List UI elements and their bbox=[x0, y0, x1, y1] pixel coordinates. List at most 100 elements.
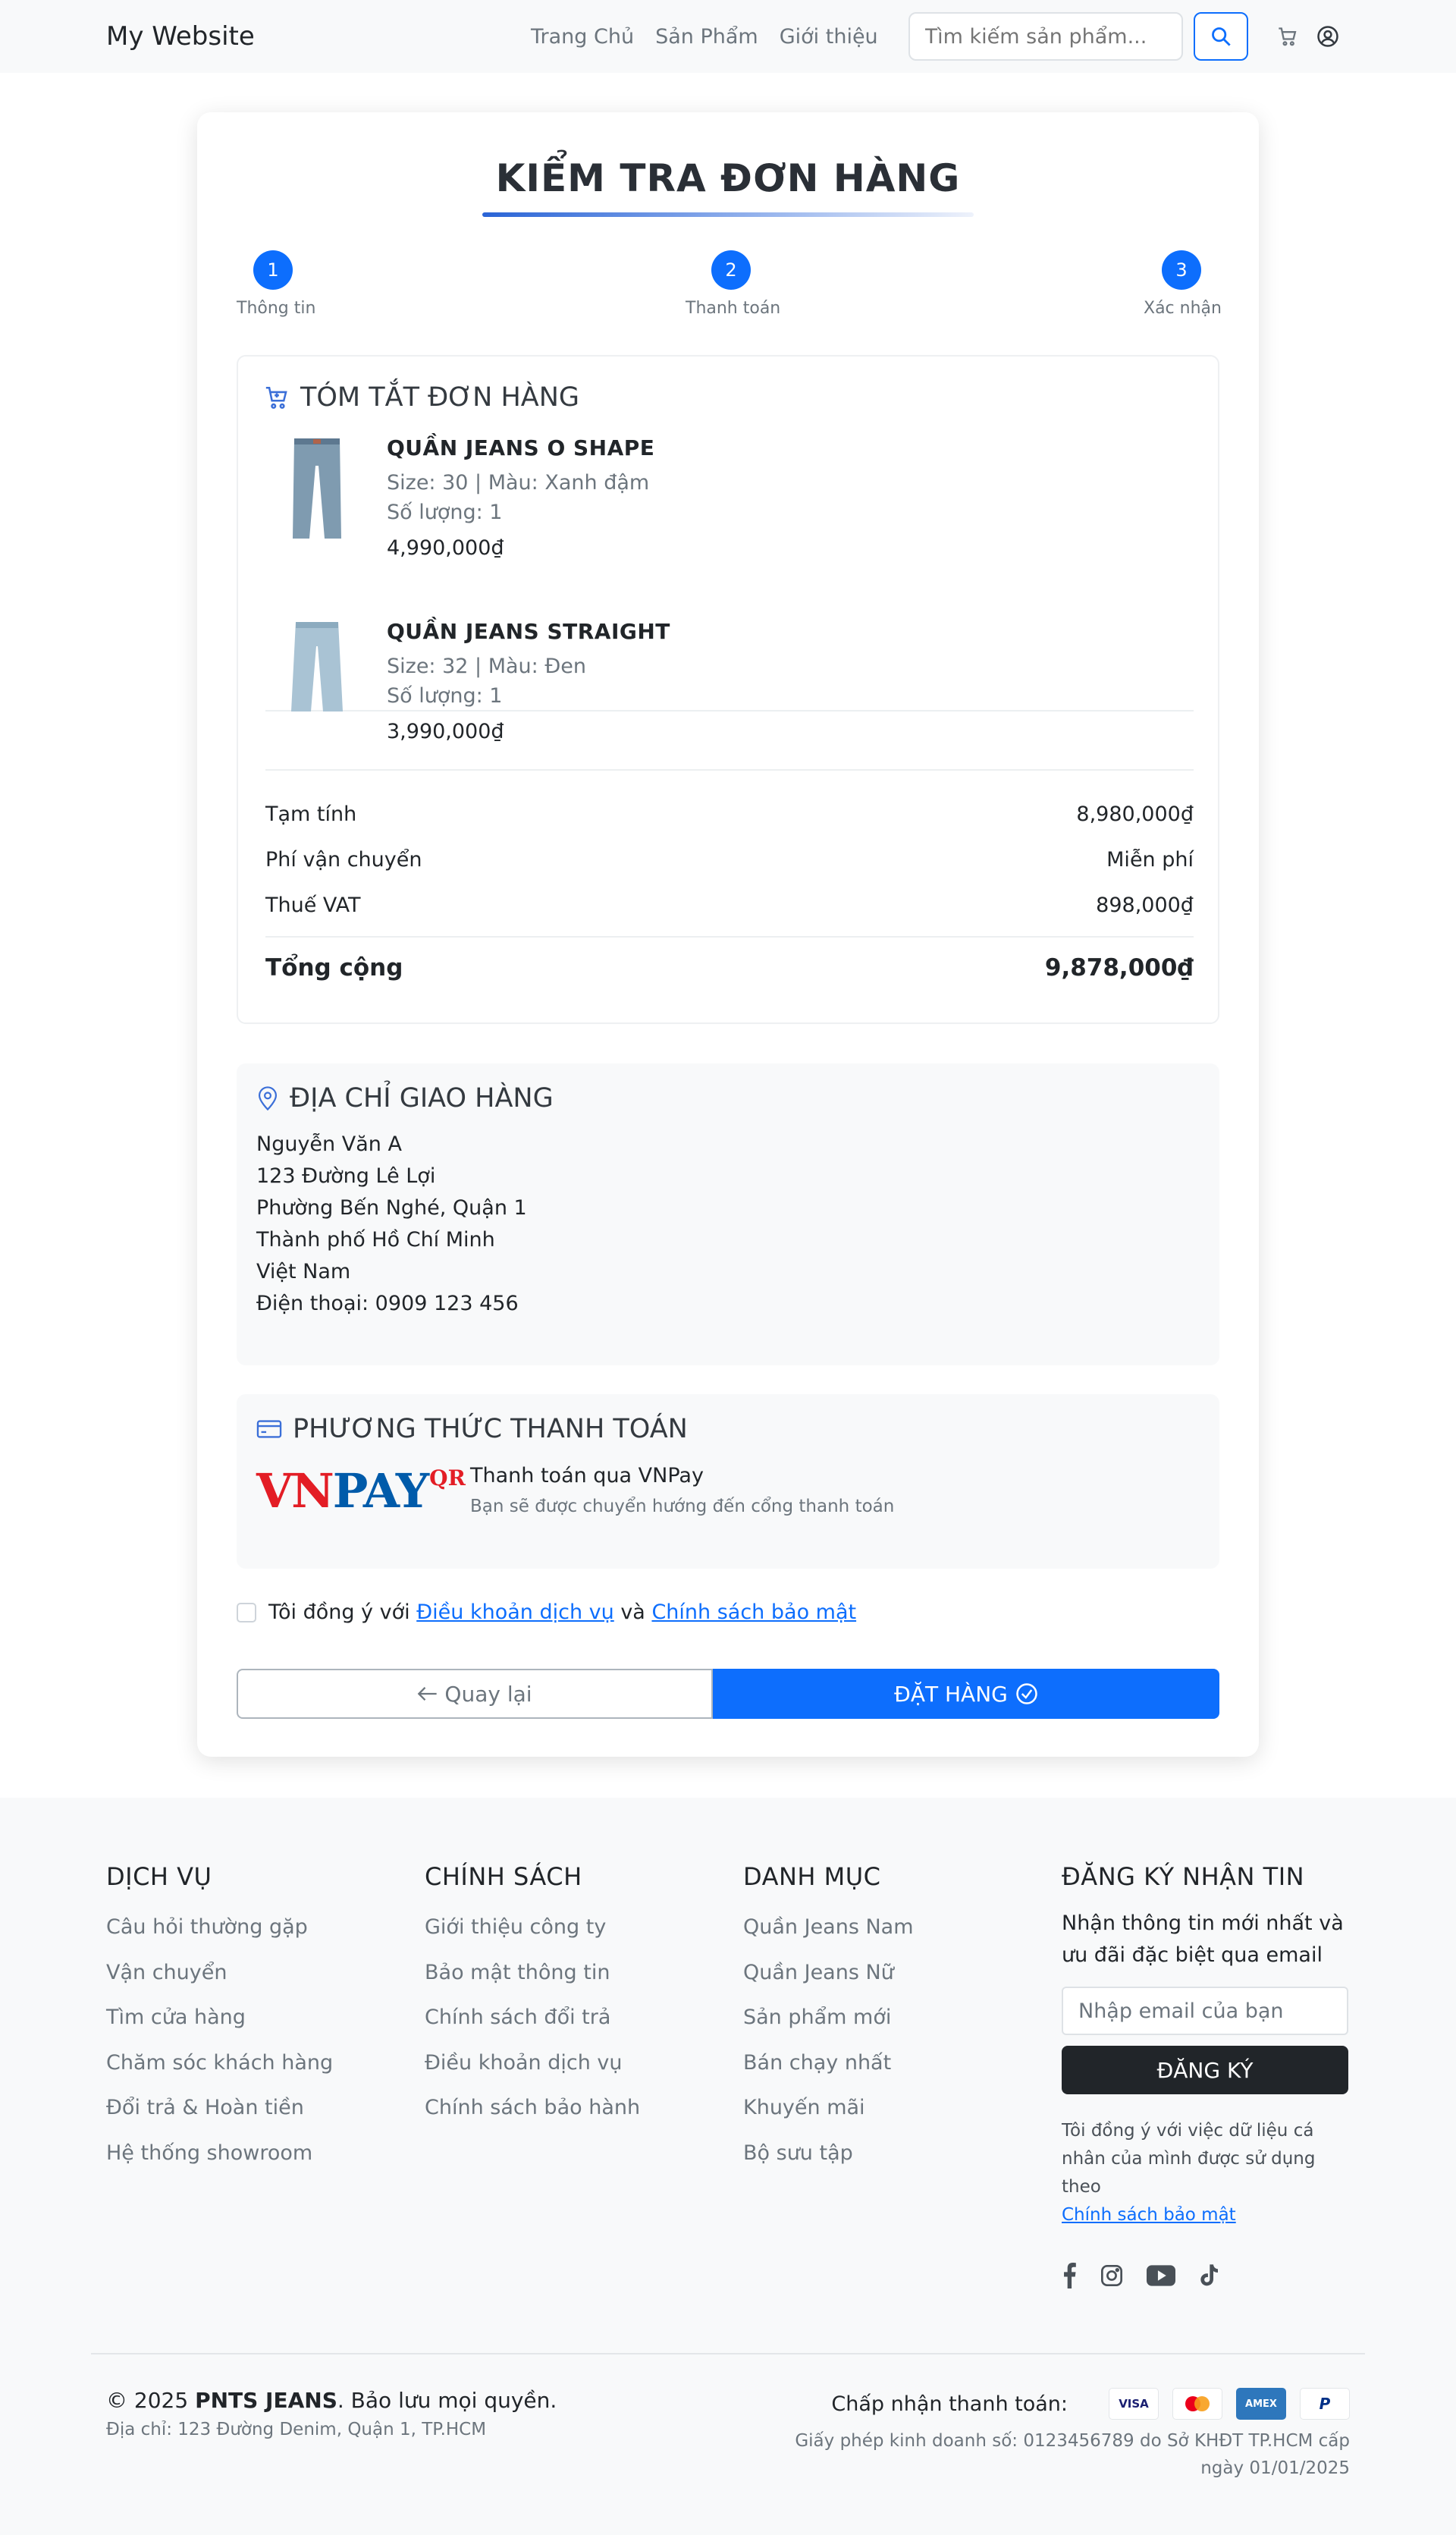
search-button[interactable] bbox=[1193, 12, 1248, 61]
privacy-link[interactable]: Chính sách bảo mật bbox=[651, 1600, 856, 1624]
place-order-button[interactable]: ĐẶT HÀNG bbox=[713, 1669, 1219, 1719]
address-heading: ĐỊA CHỈ GIAO HÀNG bbox=[256, 1083, 1200, 1114]
subscribe-button[interactable]: ĐĂNG KÝ bbox=[1062, 2046, 1348, 2094]
company-address: Địa chỉ: 123 Đường Denim, Quận 1, TP.HCM bbox=[106, 2420, 487, 2439]
cart-button[interactable] bbox=[1277, 26, 1298, 47]
terms-link[interactable]: Điều khoản dịch vụ bbox=[416, 1600, 614, 1624]
footer-divider bbox=[91, 2353, 1365, 2354]
payment-option: VN PAY QR Thanh toán qua VNPay Bạn sẽ đư… bbox=[256, 1464, 1200, 1516]
street: 123 Đường Lê Lợi bbox=[256, 1164, 436, 1188]
subtotal-label: Tạm tính bbox=[265, 803, 357, 826]
footer-link[interactable]: Sản phẩm mới bbox=[743, 2006, 914, 2051]
paypal-icon: P bbox=[1300, 2388, 1350, 2420]
summary-heading: TÓM TẮT ĐƠN HÀNG bbox=[264, 382, 579, 413]
amex-text: AMEX bbox=[1245, 2398, 1277, 2410]
business-license: Giấy phép kinh doanh số: 0123456789 do S… bbox=[795, 2431, 1350, 2478]
footer-link[interactable]: Hệ thống showroom bbox=[106, 2141, 333, 2187]
footer-link[interactable]: Chăm sóc khách hàng bbox=[106, 2051, 333, 2097]
privacy-policy-link[interactable]: Chính sách bảo mật bbox=[1062, 2205, 1236, 2225]
tiktok-icon[interactable] bbox=[1198, 2263, 1219, 2288]
back-button[interactable]: Quay lại bbox=[237, 1669, 713, 1719]
item-quantity: Số lượng: 1 bbox=[387, 501, 503, 524]
site-footer: DỊCH VỤ Câu hỏi thường gặp Vận chuyển Tì… bbox=[0, 1798, 1456, 2535]
product-image bbox=[291, 622, 343, 711]
payment-title: PHƯƠNG THỨC THANH TOÁN bbox=[293, 1414, 688, 1444]
footer-link[interactable]: Quần Jeans Nữ bbox=[743, 1961, 914, 2006]
footer-link[interactable]: Điều khoản dịch vụ bbox=[425, 2051, 640, 2097]
account-button[interactable] bbox=[1316, 25, 1339, 48]
vnpay-logo-pay: PAY bbox=[332, 1463, 429, 1519]
instagram-icon[interactable] bbox=[1100, 2263, 1124, 2288]
footer-col-policy: CHÍNH SÁCH Giới thiệu công ty Bảo mật th… bbox=[425, 1862, 640, 2141]
step-confirm: 3 Xác nhận bbox=[1144, 250, 1222, 318]
footer-link[interactable]: Quần Jeans Nam bbox=[743, 1915, 914, 1961]
payment-heading: PHƯƠNG THỨC THANH TOÁN bbox=[256, 1414, 1200, 1444]
step-label: Thanh toán bbox=[686, 299, 781, 318]
vnpay-logo: VN PAY QR bbox=[256, 1465, 469, 1515]
newsletter-email-input[interactable]: Nhập email của bạn bbox=[1062, 1987, 1348, 2035]
total-row: Tổng cộng 9,878,000₫ bbox=[265, 954, 1194, 982]
item-variant: Size: 30 | Màu: Xanh đậm bbox=[387, 471, 650, 495]
newsletter-text: Nhận thông tin mới nhất và ưu đãi đặc bi… bbox=[1062, 1911, 1344, 1967]
step-info: 1 Thông tin bbox=[237, 250, 315, 318]
footer-link[interactable]: Khuyến mãi bbox=[743, 2096, 914, 2141]
item-info: QUẦN JEANS O SHAPE Size: 30 | Màu: Xanh … bbox=[387, 435, 654, 560]
search-input[interactable] bbox=[908, 12, 1183, 61]
brand-logo[interactable]: My Website bbox=[106, 21, 531, 52]
vat-row: Thuế VAT 898,000₫ bbox=[265, 894, 1194, 917]
footer-col-title: DANH MỤC bbox=[743, 1862, 881, 1891]
copyright-brand: PNTS JEANS bbox=[195, 2388, 337, 2413]
footer-link[interactable]: Chính sách đổi trả bbox=[425, 2006, 640, 2051]
product-image bbox=[293, 438, 341, 539]
footer-link[interactable]: Bộ sưu tập bbox=[743, 2141, 914, 2187]
social-links bbox=[1062, 2263, 1357, 2288]
main-nav: Trang Chủ Sản Phẩm Giới thiệu bbox=[531, 25, 878, 49]
country: Việt Nam bbox=[256, 1260, 351, 1283]
user-circle-icon bbox=[1316, 26, 1338, 47]
address-lines: Nguyễn Văn A 123 Đường Lê Lợi Phường Bến… bbox=[256, 1129, 1200, 1320]
item-name[interactable]: QUẦN JEANS O SHAPE bbox=[387, 435, 654, 460]
item-info: QUẦN JEANS STRAIGHT Size: 32 | Màu: Đen … bbox=[387, 619, 670, 743]
footer-link[interactable]: Tìm cửa hàng bbox=[106, 2006, 333, 2051]
footer-col-services: DỊCH VỤ Câu hỏi thường gặp Vận chuyển Tì… bbox=[106, 1862, 333, 2186]
arrow-left-icon bbox=[418, 1687, 438, 1701]
footer-link[interactable]: Chính sách bảo hành bbox=[425, 2096, 640, 2141]
phone: Điện thoại: 0909 123 456 bbox=[256, 1292, 519, 1315]
vnpay-logo-qr: QR bbox=[429, 1465, 466, 1491]
recipient-name: Nguyễn Văn A bbox=[256, 1132, 402, 1156]
mastercard-circles bbox=[1185, 2396, 1210, 2411]
terms-checkbox[interactable] bbox=[237, 1602, 256, 1622]
newsletter-consent: Tôi đồng ý với việc dữ liệu cá nhân của … bbox=[1062, 2117, 1357, 2229]
summary-title: TÓM TẮT ĐƠN HÀNG bbox=[300, 382, 580, 413]
footer-link[interactable]: Bán chạy nhất bbox=[743, 2051, 914, 2097]
visa-text: VISA bbox=[1119, 2397, 1149, 2411]
copyright-prefix: © 2025 bbox=[106, 2388, 189, 2413]
nav-products[interactable]: Sản Phẩm bbox=[655, 25, 758, 49]
divider bbox=[265, 936, 1194, 938]
item-name[interactable]: QUẦN JEANS STRAIGHT bbox=[387, 619, 670, 644]
footer-col-title: CHÍNH SÁCH bbox=[425, 1862, 582, 1891]
consent-text: Tôi đồng ý với việc dữ liệu cá nhân của … bbox=[1062, 2121, 1316, 2197]
footer-link[interactable]: Vận chuyển bbox=[106, 1961, 333, 2006]
nav-home[interactable]: Trang Chủ bbox=[531, 25, 634, 49]
step-number: 1 bbox=[253, 250, 293, 290]
facebook-icon[interactable] bbox=[1062, 2263, 1077, 2288]
footer-col-categories: DANH MỤC Quần Jeans Nam Quần Jeans Nữ Sả… bbox=[743, 1862, 914, 2186]
footer-link[interactable]: Bảo mật thông tin bbox=[425, 1961, 640, 2006]
nav-about[interactable]: Giới thiệu bbox=[780, 25, 878, 49]
footer-link[interactable]: Câu hỏi thường gặp bbox=[106, 1915, 333, 1961]
vat-value: 898,000₫ bbox=[1096, 894, 1194, 917]
subtotal-value: 8,980,000₫ bbox=[1076, 803, 1194, 826]
cart-icon bbox=[265, 386, 287, 409]
address-title: ĐỊA CHỈ GIAO HÀNG bbox=[290, 1083, 554, 1114]
payment-description: Thanh toán qua VNPay Bạn sẽ được chuyển … bbox=[470, 1464, 894, 1516]
cart-icon bbox=[1279, 27, 1297, 46]
order-summary: TÓM TẮT ĐƠN HÀNG QUẦN JEANS O SHAPE Size… bbox=[237, 355, 1219, 1024]
footer-link[interactable]: Đổi trả & Hoàn tiền bbox=[106, 2096, 333, 2141]
youtube-icon[interactable] bbox=[1147, 2265, 1175, 2286]
newsletter-title: ĐĂNG KÝ NHẬN TIN bbox=[1062, 1862, 1305, 1891]
order-item: QUẦN JEANS O SHAPE Size: 30 | Màu: Xanh … bbox=[265, 435, 1194, 587]
credit-card-icon bbox=[256, 1420, 282, 1438]
shipping-label: Phí vận chuyển bbox=[265, 848, 422, 872]
footer-link[interactable]: Giới thiệu công ty bbox=[425, 1915, 640, 1961]
